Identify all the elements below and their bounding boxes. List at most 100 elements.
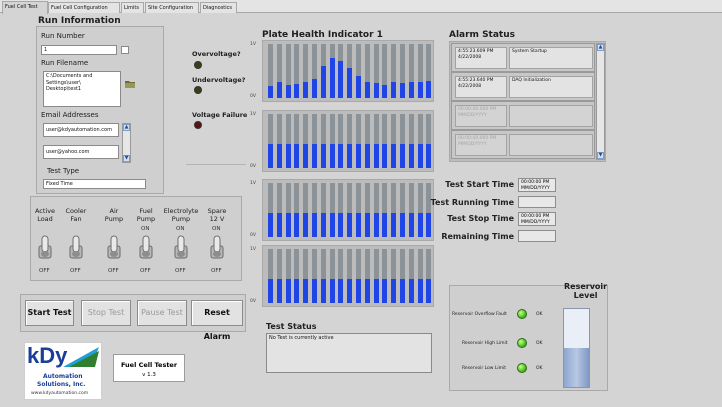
toggle-switch[interactable] bbox=[36, 234, 54, 260]
plate-row-2 bbox=[262, 110, 434, 172]
scroll-up-icon[interactable]: ▲ bbox=[123, 124, 130, 131]
toggle-switch[interactable] bbox=[137, 234, 155, 260]
run-filename-field[interactable]: C:\Documents and Settings\user\ Desktop\… bbox=[43, 71, 121, 107]
plate-row-3 bbox=[262, 179, 434, 241]
toggle-switch[interactable] bbox=[208, 234, 226, 260]
plate-row-4 bbox=[262, 245, 434, 307]
plate-cell-slot bbox=[382, 183, 388, 237]
run-information-title: Run Information bbox=[38, 16, 121, 26]
plate-cell-bar bbox=[338, 212, 344, 237]
reservoir-status-text: OK bbox=[536, 312, 543, 317]
axis-bottom-label: 0V bbox=[250, 164, 256, 169]
plate-cell-bar bbox=[294, 212, 300, 237]
reservoir-level-fill bbox=[564, 348, 589, 387]
plate-cell-bar bbox=[303, 143, 309, 168]
plate-cell-slot bbox=[329, 114, 335, 168]
plate-cell-bar bbox=[417, 278, 423, 303]
tab-fuel-cell-configuration[interactable]: Fuel Cell Configuration bbox=[48, 2, 120, 13]
plate-cell-slot bbox=[294, 44, 300, 98]
pause-test-button[interactable]: Pause Test bbox=[137, 300, 187, 326]
voltage-failure-label: Voltage Failure bbox=[192, 111, 248, 119]
run-number-field[interactable]: 1 bbox=[41, 45, 117, 55]
plate-cell-slot bbox=[400, 183, 405, 237]
plate-cell-bar bbox=[417, 81, 423, 98]
reservoir-status-text: OK bbox=[536, 366, 543, 371]
plate-cell-bar bbox=[373, 278, 379, 303]
plate-cell-bar bbox=[285, 143, 291, 168]
plate-cell-bar bbox=[391, 278, 397, 303]
folder-browse-icon[interactable] bbox=[125, 73, 135, 88]
alarm-message bbox=[509, 105, 593, 127]
plate-cell-slot bbox=[373, 249, 379, 303]
plate-cell-bar bbox=[364, 143, 370, 168]
switch-on-label: ON bbox=[212, 226, 221, 232]
plate-cell-slot bbox=[312, 183, 317, 237]
app-name: Fuel Cell Tester bbox=[120, 361, 178, 369]
alarm-status-title: Alarm Status bbox=[449, 30, 515, 40]
axis-bottom-label: 0V bbox=[250, 299, 256, 304]
stop-test-button[interactable]: Stop Test bbox=[81, 300, 131, 326]
logo-url: www.kdyautomation.com bbox=[31, 391, 89, 396]
alarm-scroll-down-icon[interactable]: ▼ bbox=[597, 152, 604, 159]
plate-cell-slot bbox=[373, 44, 379, 98]
reservoir-indicator-label: Reservoir High Limit bbox=[462, 341, 508, 346]
plate-cell-bar bbox=[320, 65, 326, 98]
run-number-checkbox[interactable] bbox=[121, 46, 129, 54]
toggle-switch[interactable] bbox=[172, 234, 190, 260]
run-number-label: Run Number bbox=[41, 32, 85, 40]
tab-bar: Fuel Cell Test Fuel Cell Configuration L… bbox=[0, 0, 722, 14]
plate-cell-slot bbox=[373, 183, 379, 237]
plate-cell-slot bbox=[303, 249, 309, 303]
plate-cell-slot bbox=[320, 44, 326, 98]
plate-cell-slot bbox=[347, 249, 353, 303]
tab-site-configuration[interactable]: Site Configuration bbox=[145, 2, 199, 13]
start-test-button[interactable]: Start Test bbox=[25, 300, 74, 326]
plate-cell-bar bbox=[391, 81, 397, 98]
time-label: Test Stop Time bbox=[447, 214, 514, 223]
tab-diagnostics[interactable]: Diagnostics bbox=[200, 2, 237, 13]
plate-cell-bar bbox=[356, 76, 361, 98]
tab-fuel-cell-test[interactable]: Fuel Cell Test bbox=[2, 1, 48, 14]
toggle-switch[interactable] bbox=[67, 234, 85, 260]
plate-cell-slot bbox=[347, 114, 353, 168]
email-field-1[interactable]: user@kdyautomation.com bbox=[43, 123, 119, 137]
reservoir-tank bbox=[563, 308, 590, 388]
plate-cell-bar bbox=[276, 81, 282, 98]
reset-alarm-button[interactable]: Reset Alarm bbox=[191, 300, 243, 341]
run-filename-label: Run Filename bbox=[41, 59, 89, 67]
alarm-scroll-up-icon[interactable]: ▲ bbox=[597, 44, 604, 51]
plate-cell-bar bbox=[417, 143, 423, 168]
test-type-selector[interactable]: Fixed Time bbox=[43, 179, 146, 189]
plate-row-1 bbox=[262, 40, 434, 102]
toggle-switch[interactable] bbox=[105, 234, 123, 260]
logo-line2: Solutions, Inc. bbox=[37, 381, 86, 388]
alarm-timestamp: 00:00:00.000 PM MM/DD/YYYY bbox=[455, 134, 507, 156]
plate-cell-slot bbox=[356, 249, 361, 303]
plate-cell-slot bbox=[426, 249, 432, 303]
plate-cell-slot bbox=[276, 114, 282, 168]
plate-cell-bar bbox=[400, 83, 405, 98]
test-status-field: No Test is currently active bbox=[266, 333, 432, 373]
plate-cell-bar bbox=[347, 143, 353, 168]
time-label: Remaining Time bbox=[441, 232, 514, 241]
scroll-down-icon[interactable]: ▼ bbox=[123, 155, 130, 162]
alarm-scrollbar[interactable]: ▲ ▼ bbox=[596, 43, 605, 160]
reservoir-status-led bbox=[517, 363, 527, 373]
plate-cell-slot bbox=[320, 183, 326, 237]
plate-cell-bar bbox=[391, 143, 397, 168]
email-scrollbar[interactable]: ▲ ▼ bbox=[122, 123, 131, 163]
plate-cell-slot bbox=[285, 114, 291, 168]
time-label: Test Running Time bbox=[430, 198, 514, 207]
plate-cell-slot bbox=[329, 44, 335, 98]
plate-cell-bar bbox=[303, 278, 309, 303]
reservoir-indicator-label: Reservoir Overflow Fault bbox=[452, 312, 507, 317]
plate-cell-bar bbox=[373, 82, 379, 98]
reservoir-level-title: Reservoir Level bbox=[564, 282, 608, 300]
email-field-2[interactable]: user@yahoo.com bbox=[43, 145, 119, 159]
overvoltage-led bbox=[194, 61, 202, 69]
alarm-entry: 00:00:00.000 PM MM/DD/YYYY bbox=[451, 101, 595, 130]
plate-cell-slot bbox=[391, 114, 397, 168]
plate-cell-slot bbox=[312, 114, 317, 168]
time-value: 00:00:00 PM MM/DD/YYYY bbox=[518, 212, 556, 226]
tab-limits[interactable]: Limits bbox=[121, 2, 144, 13]
